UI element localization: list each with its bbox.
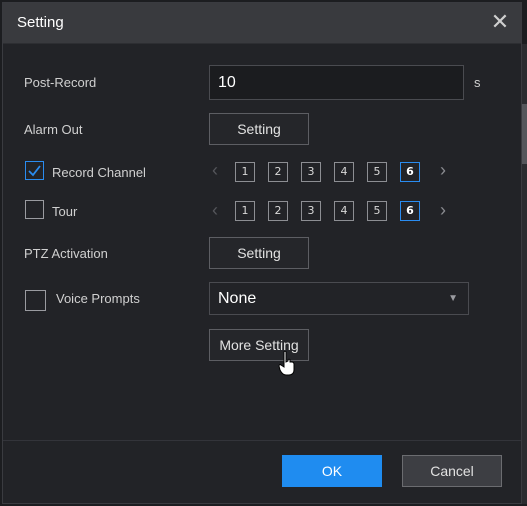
checkmark-icon: [28, 165, 41, 177]
tour-channel-1[interactable]: 1: [235, 201, 255, 221]
close-icon[interactable]: ✕: [489, 11, 511, 33]
dialog-titlebar: Setting ✕: [3, 3, 521, 44]
caret-down-icon: ▼: [448, 293, 458, 304]
ptz-activation-setting-button[interactable]: Setting: [209, 237, 309, 269]
post-record-input[interactable]: 10: [209, 65, 464, 100]
post-record-label: Post-Record: [24, 75, 97, 90]
record-channel-6[interactable]: 6: [400, 162, 420, 182]
alarm-out-setting-button[interactable]: Setting: [209, 113, 309, 145]
record-channel-5[interactable]: 5: [367, 162, 387, 182]
voice-prompts-select[interactable]: None ▼: [209, 282, 469, 315]
dialog-title: Setting: [17, 14, 64, 31]
post-record-unit: s: [474, 75, 481, 90]
tour-channel-5[interactable]: 5: [367, 201, 387, 221]
hand-pointer-icon: [278, 351, 295, 376]
record-channel-label: Record Channel: [52, 165, 146, 180]
tour-channel-2[interactable]: 2: [268, 201, 288, 221]
chevron-right-icon[interactable]: ›: [438, 160, 448, 181]
tour-channel-6[interactable]: 6: [400, 201, 420, 221]
chevron-left-icon[interactable]: ‹: [210, 160, 220, 181]
voice-prompts-label: Voice Prompts: [56, 291, 140, 306]
record-channel-3[interactable]: 3: [301, 162, 321, 182]
settings-dialog: Setting ✕ Post-Record 10 s Alarm Out Set…: [2, 2, 522, 504]
tour-channel-3[interactable]: 3: [301, 201, 321, 221]
scrollbar[interactable]: [522, 44, 527, 504]
voice-prompts-checkbox[interactable]: [25, 290, 46, 311]
tour-channel-4[interactable]: 4: [334, 201, 354, 221]
chevron-left-icon[interactable]: ‹: [210, 200, 220, 221]
scrollbar-thumb[interactable]: [522, 104, 527, 164]
record-channel-2[interactable]: 2: [268, 162, 288, 182]
record-channel-4[interactable]: 4: [334, 162, 354, 182]
alarm-out-label: Alarm Out: [24, 122, 83, 137]
tour-label: Tour: [52, 204, 78, 219]
voice-prompts-selected: None: [218, 290, 257, 307]
chevron-right-icon[interactable]: ›: [438, 200, 448, 221]
ptz-activation-label: PTZ Activation: [24, 246, 108, 261]
tour-checkbox[interactable]: [25, 200, 44, 219]
cancel-button[interactable]: Cancel: [402, 455, 502, 487]
record-channel-checkbox[interactable]: [25, 161, 44, 180]
record-channel-1[interactable]: 1: [235, 162, 255, 182]
dialog-footer: OK Cancel: [3, 440, 521, 503]
ok-button[interactable]: OK: [282, 455, 382, 487]
